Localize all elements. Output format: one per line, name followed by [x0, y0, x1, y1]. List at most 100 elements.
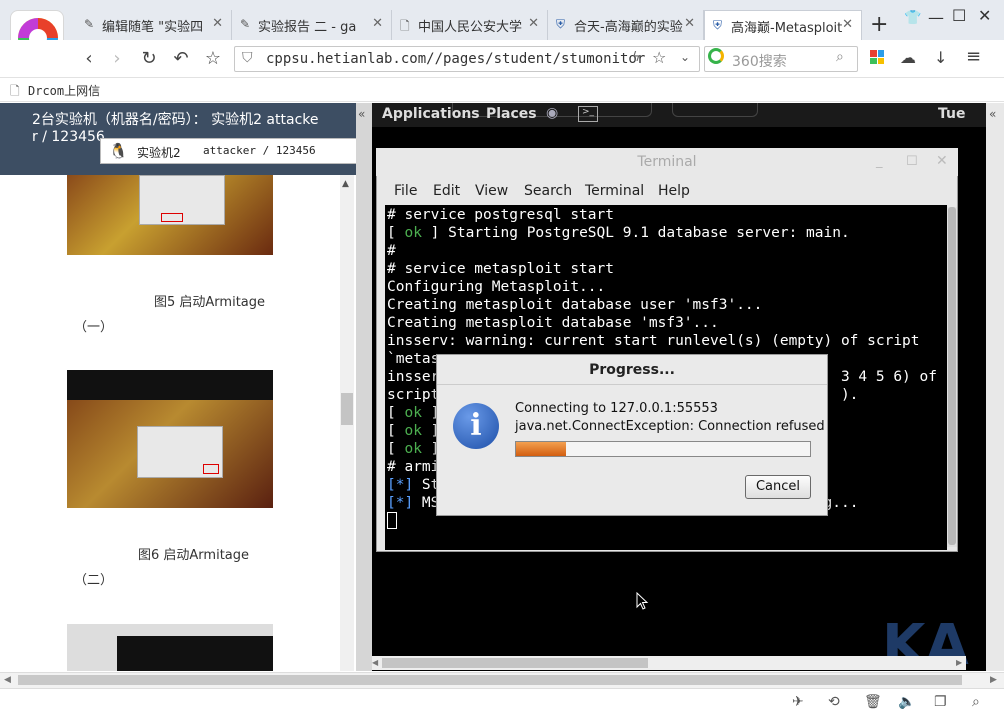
terminal-line: Creating metasploit database 'msf3'... [387, 315, 719, 331]
info-icon: i [453, 403, 499, 449]
download-icon[interactable]: ↓ [934, 48, 947, 67]
minimize-icon[interactable]: — [928, 8, 944, 27]
tab-label: 中国人民公安大学 [418, 20, 523, 35]
vm-select[interactable]: 🐧 实验机2 attacker / 123456 ▼ [100, 138, 396, 164]
menu-file[interactable]: File [394, 183, 417, 199]
window-icon[interactable]: ❐ [934, 694, 947, 710]
terminal-line: # [387, 243, 396, 259]
tab-metasploit[interactable]: ⛨ 高海巅-Metasploit ✕ [704, 10, 862, 40]
scroll-thumb[interactable] [948, 207, 956, 545]
figure6-caption: 图6 启动Armitage [138, 548, 250, 563]
figure6-image [67, 370, 273, 508]
menu-help[interactable]: Help [658, 183, 690, 199]
chevron-down-icon[interactable]: ⌄ [680, 50, 690, 64]
iceweasel-icon[interactable]: ◉ [546, 105, 558, 121]
menu-terminal[interactable]: Terminal [585, 183, 644, 199]
figure5-image [67, 175, 273, 255]
lightning-icon[interactable]: ϟ [632, 50, 641, 65]
maximize-icon[interactable]: ☐ [906, 154, 918, 169]
tab-label: 编辑随笔 "实验四 [102, 20, 204, 35]
vm-horizontal-scrollbar[interactable]: ◀ ▶ [372, 656, 966, 670]
progress-dialog: Progress... i Connecting to 127.0.0.1:55… [436, 354, 828, 516]
volume-icon[interactable]: 🔈 [898, 694, 915, 710]
collapse-left-icon[interactable]: « [358, 107, 365, 121]
terminal-line: Configuring Metasploit... [387, 279, 606, 295]
scroll-up-icon[interactable]: ▲ [342, 179, 349, 189]
minimize-icon[interactable]: _ [876, 154, 883, 169]
page-horizontal-scrollbar[interactable]: ◀ ▶ [0, 672, 1004, 688]
close-icon[interactable]: ✕ [842, 17, 853, 32]
close-icon[interactable]: ✕ [936, 153, 948, 169]
scroll-left-icon[interactable]: ◀ [372, 658, 378, 667]
refresh-icon[interactable]: ⟲ [828, 694, 840, 710]
terminal-line: Creating metasploit database user 'msf3'… [387, 297, 763, 313]
menu-icon[interactable]: ≡ [966, 46, 981, 67]
cancel-button[interactable]: Cancel [745, 475, 811, 499]
terminal-line: # service metasploit start [387, 261, 614, 277]
trash-icon[interactable]: 🗑 [864, 694, 882, 710]
search-icon[interactable]: ⌕ [836, 49, 844, 65]
tab-edit-post[interactable]: ✎ 编辑随笔 "实验四 ✕ [76, 10, 232, 40]
shield-icon: ⛨ [556, 17, 566, 31]
menu-view[interactable]: View [475, 183, 508, 199]
apps-grid-icon[interactable] [870, 50, 884, 64]
right-collapse-bar[interactable]: « [986, 103, 1004, 671]
terminal-launcher-icon[interactable]: >_ [578, 106, 598, 122]
close-window-icon[interactable]: ✕ [978, 6, 991, 25]
undo-icon[interactable]: ↶ [170, 48, 192, 69]
left-scrollbar[interactable]: ▲ [340, 175, 354, 671]
close-icon[interactable]: ✕ [684, 16, 695, 31]
favorite-star-icon[interactable]: ☆ [202, 48, 224, 69]
maximize-icon[interactable]: ☐ [952, 6, 966, 25]
forward-icon[interactable]: › [106, 48, 128, 69]
menu-search[interactable]: Search [524, 183, 572, 199]
url-text: cppsu.hetianlab.com//pages/student/stumo… [266, 51, 646, 67]
bookmark-bar [0, 78, 1004, 102]
info-line1: 2台实验机（机器名/密码）： 实验机2 attacke [32, 112, 319, 128]
reload-icon[interactable]: ↻ [138, 48, 160, 69]
panel-splitter[interactable]: « [356, 103, 372, 671]
progress-fill [516, 442, 566, 456]
collapse-right-icon[interactable]: « [989, 107, 996, 121]
scroll-thumb[interactable] [382, 658, 648, 668]
linux-penguin-icon: 🐧 [109, 142, 128, 160]
places-menu[interactable]: Places [486, 106, 537, 122]
scroll-left-icon[interactable]: ◀ [4, 675, 11, 685]
terminal-scrollbar[interactable] [947, 207, 957, 547]
zoom-icon[interactable]: ⌕ [972, 694, 980, 710]
pin-icon[interactable]: ✈ [792, 694, 804, 710]
figure7-image [67, 624, 273, 671]
close-icon[interactable]: ✕ [212, 16, 223, 31]
search-input[interactable]: 360搜索 [732, 51, 787, 71]
page-icon: 🗋 [400, 19, 410, 33]
page-icon: 🗋 [10, 84, 20, 98]
status-bar: ✈ ⟲ 🗑 🔈 ❐ ⌕ [0, 688, 1004, 718]
scroll-right-icon[interactable]: ▶ [990, 675, 997, 685]
info-line2: r / 123456 [32, 129, 105, 145]
menu-edit[interactable]: Edit [433, 183, 460, 199]
close-icon[interactable]: ✕ [372, 16, 383, 31]
highlight-box [161, 213, 183, 222]
tab-report[interactable]: ✎ 实验报告 二 - ga ✕ [232, 10, 392, 40]
tab-label: 合天-高海巅的实验 [574, 20, 683, 35]
terminal-title: Terminal [376, 148, 958, 176]
scroll-thumb[interactable] [18, 675, 962, 685]
tab-ppsuc[interactable]: 🗋 中国人民公安大学 ✕ [392, 10, 548, 40]
scroll-right-icon[interactable]: ▶ [956, 658, 962, 667]
skin-icon[interactable]: 👕 [904, 10, 921, 26]
tab-hetian[interactable]: ⛨ 合天-高海巅的实验 ✕ [548, 10, 704, 40]
terminal-line: # service postgresql start [387, 207, 614, 223]
figure5-caption: 图5 启动Armitage [154, 295, 266, 310]
new-tab-button[interactable]: + [870, 12, 888, 37]
dialog-title: Progress... [437, 355, 827, 385]
bookmark-star-icon[interactable]: ☆ [652, 48, 666, 67]
security-shield-icon: ⛉ [242, 50, 253, 66]
pen-icon: ✎ [84, 17, 95, 31]
back-icon[interactable]: ‹ [78, 48, 100, 69]
bookmark-drcom[interactable]: Drcom上网信 [28, 82, 100, 99]
close-icon[interactable]: ✕ [528, 16, 539, 31]
cloud-icon[interactable]: ☁ [900, 48, 916, 67]
scroll-thumb[interactable] [341, 393, 353, 425]
highlight-box [203, 464, 219, 474]
applications-menu[interactable]: Applications [382, 106, 480, 122]
